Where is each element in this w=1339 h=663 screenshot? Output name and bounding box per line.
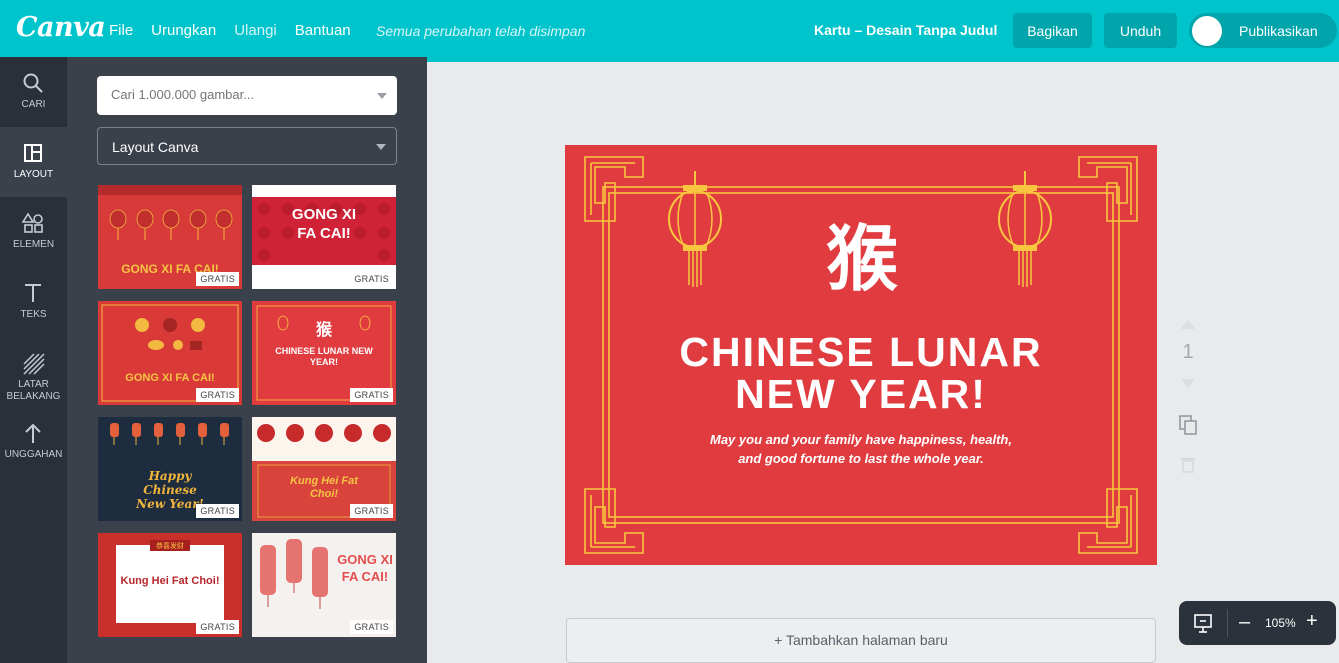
free-badge: GRATIS: [196, 504, 239, 518]
add-page-button[interactable]: + Tambahkan halaman baru: [566, 618, 1156, 663]
free-badge: GRATIS: [350, 620, 393, 634]
sidebar-item-label: LAYOUT: [13, 169, 54, 180]
menu-undo[interactable]: Urungkan: [151, 22, 216, 39]
publish-toggle[interactable]: Publikasikan: [1189, 13, 1337, 48]
main-menu: File Urungkan Ulangi Bantuan: [109, 22, 369, 39]
search-icon: [23, 73, 43, 93]
free-badge: GRATIS: [196, 272, 239, 286]
top-bar: Canva File Urungkan Ulangi Bantuan Semua…: [0, 0, 1339, 62]
lantern-right: [998, 171, 1052, 287]
present-icon[interactable]: [1193, 613, 1213, 633]
download-button[interactable]: Unduh: [1104, 13, 1177, 48]
menu-help[interactable]: Bantuan: [295, 22, 351, 39]
search-box[interactable]: [97, 76, 397, 115]
svg-text:恭喜发财: 恭喜发财: [156, 541, 184, 550]
template-thumbnail[interactable]: 恭喜发财 Kung Hei Fat Choi! GRATIS: [98, 533, 242, 637]
share-button[interactable]: Bagikan: [1013, 13, 1092, 48]
save-status: Semua perubahan telah disimpan: [376, 23, 586, 39]
toggle-knob: [1192, 15, 1222, 46]
upload-icon: [25, 423, 41, 443]
sidebar-item-background[interactable]: LATAR BELAKANG: [0, 337, 67, 407]
template-thumbnail[interactable]: Kung Hei Fat Choi! GRATIS: [252, 417, 396, 521]
search-input[interactable]: [111, 87, 361, 102]
sidebar-item-label: UNGGAHAN: [4, 449, 63, 460]
zoom-in-button[interactable]: +: [1306, 610, 1318, 633]
sidebar-item-label: CARI: [21, 99, 46, 110]
move-up-icon[interactable]: [1180, 318, 1196, 330]
duplicate-page-icon[interactable]: [1178, 414, 1198, 436]
free-badge: GRATIS: [350, 388, 393, 402]
headline-line-1[interactable]: CHINESE LUNAR: [625, 331, 1097, 373]
sidebar-item-upload[interactable]: UNGGAHAN: [0, 407, 67, 477]
svg-text:猴: 猴: [316, 320, 333, 339]
page-number: 1: [1182, 341, 1194, 363]
lantern-left: [668, 171, 722, 287]
sidebar-item-elements[interactable]: ELEMEN: [0, 197, 67, 267]
layout-select[interactable]: Layout Canva: [97, 127, 397, 165]
template-thumbnail[interactable]: 猴 CHINESE LUNAR NEW YEAR! GRATIS: [252, 301, 396, 405]
template-thumbnail[interactable]: GONG XI FA CAI! GRATIS: [98, 301, 242, 405]
message-line-1[interactable]: May you and your family have happiness, …: [665, 430, 1057, 449]
sidebar-item-layout[interactable]: LAYOUT: [0, 127, 67, 197]
publish-label: Publikasikan: [1239, 22, 1318, 39]
template-title: GONG XI FA CAI!: [291, 206, 357, 242]
monkey-character[interactable]: 猴: [820, 217, 904, 301]
zoom-toolbar: – 105% +: [1179, 601, 1336, 645]
template-title: Kung Hei Fat Choi!: [120, 575, 220, 587]
template-thumbnail[interactable]: Happy Chinese New Year! GRATIS: [98, 417, 242, 521]
layout-select-value: Layout Canva: [112, 139, 199, 155]
template-title: GONG XI FA CAI!: [125, 372, 215, 384]
design-canvas[interactable]: 猴 CHINESE LUNAR NEW YEAR! May you and yo…: [565, 145, 1157, 565]
template-thumbnail[interactable]: GONG XI FA CAI! GRATIS: [252, 533, 396, 637]
template-title: Kung Hei Fat Choi!: [290, 475, 358, 500]
sidebar-item-search[interactable]: CARI: [0, 57, 67, 127]
divider: [1227, 609, 1228, 637]
template-title: CHINESE LUNAR NEW YEAR!: [275, 346, 373, 367]
sidebar-rail: CARI LAYOUT ELEMEN TEKS LATAR BELAKANG U…: [0, 57, 67, 663]
message-line-2[interactable]: and good fortune to last the whole year.: [665, 449, 1057, 468]
zoom-level[interactable]: 105%: [1265, 616, 1296, 630]
menu-file[interactable]: File: [109, 22, 133, 39]
free-badge: GRATIS: [196, 620, 239, 634]
free-badge: GRATIS: [196, 388, 239, 402]
sidebar-item-label: TEKS: [20, 309, 47, 320]
chevron-down-icon[interactable]: [377, 93, 387, 99]
document-title[interactable]: Kartu – Desain Tanpa Judul: [814, 22, 997, 38]
template-title: GONG XI FA CAI!: [337, 552, 393, 584]
background-icon: [23, 353, 45, 375]
sidebar-item-label: ELEMEN: [12, 239, 55, 250]
zoom-out-button[interactable]: –: [1239, 611, 1250, 634]
sidebar-item-label: LATAR BELAKANG: [6, 379, 61, 402]
layout-icon: [24, 144, 42, 162]
template-thumbnail[interactable]: GONG XI FA CAI! GRATIS: [252, 185, 396, 289]
text-icon: [25, 284, 41, 302]
delete-page-icon[interactable]: [1180, 455, 1196, 473]
free-badge: GRATIS: [350, 272, 393, 286]
layout-panel: Layout Canva GONG XI FA CAI! GRATIS GONG…: [67, 57, 427, 663]
template-thumbnail[interactable]: GONG XI FA CAI! GRATIS: [98, 185, 242, 289]
elements-icon: [21, 212, 43, 233]
canva-logo[interactable]: Canva: [16, 12, 106, 43]
headline-line-2[interactable]: NEW YEAR!: [625, 373, 1097, 415]
chevron-down-icon: [376, 144, 386, 150]
sidebar-item-text[interactable]: TEKS: [0, 267, 67, 337]
free-badge: GRATIS: [350, 504, 393, 518]
menu-redo[interactable]: Ulangi: [234, 22, 277, 39]
move-down-icon[interactable]: [1180, 378, 1196, 390]
